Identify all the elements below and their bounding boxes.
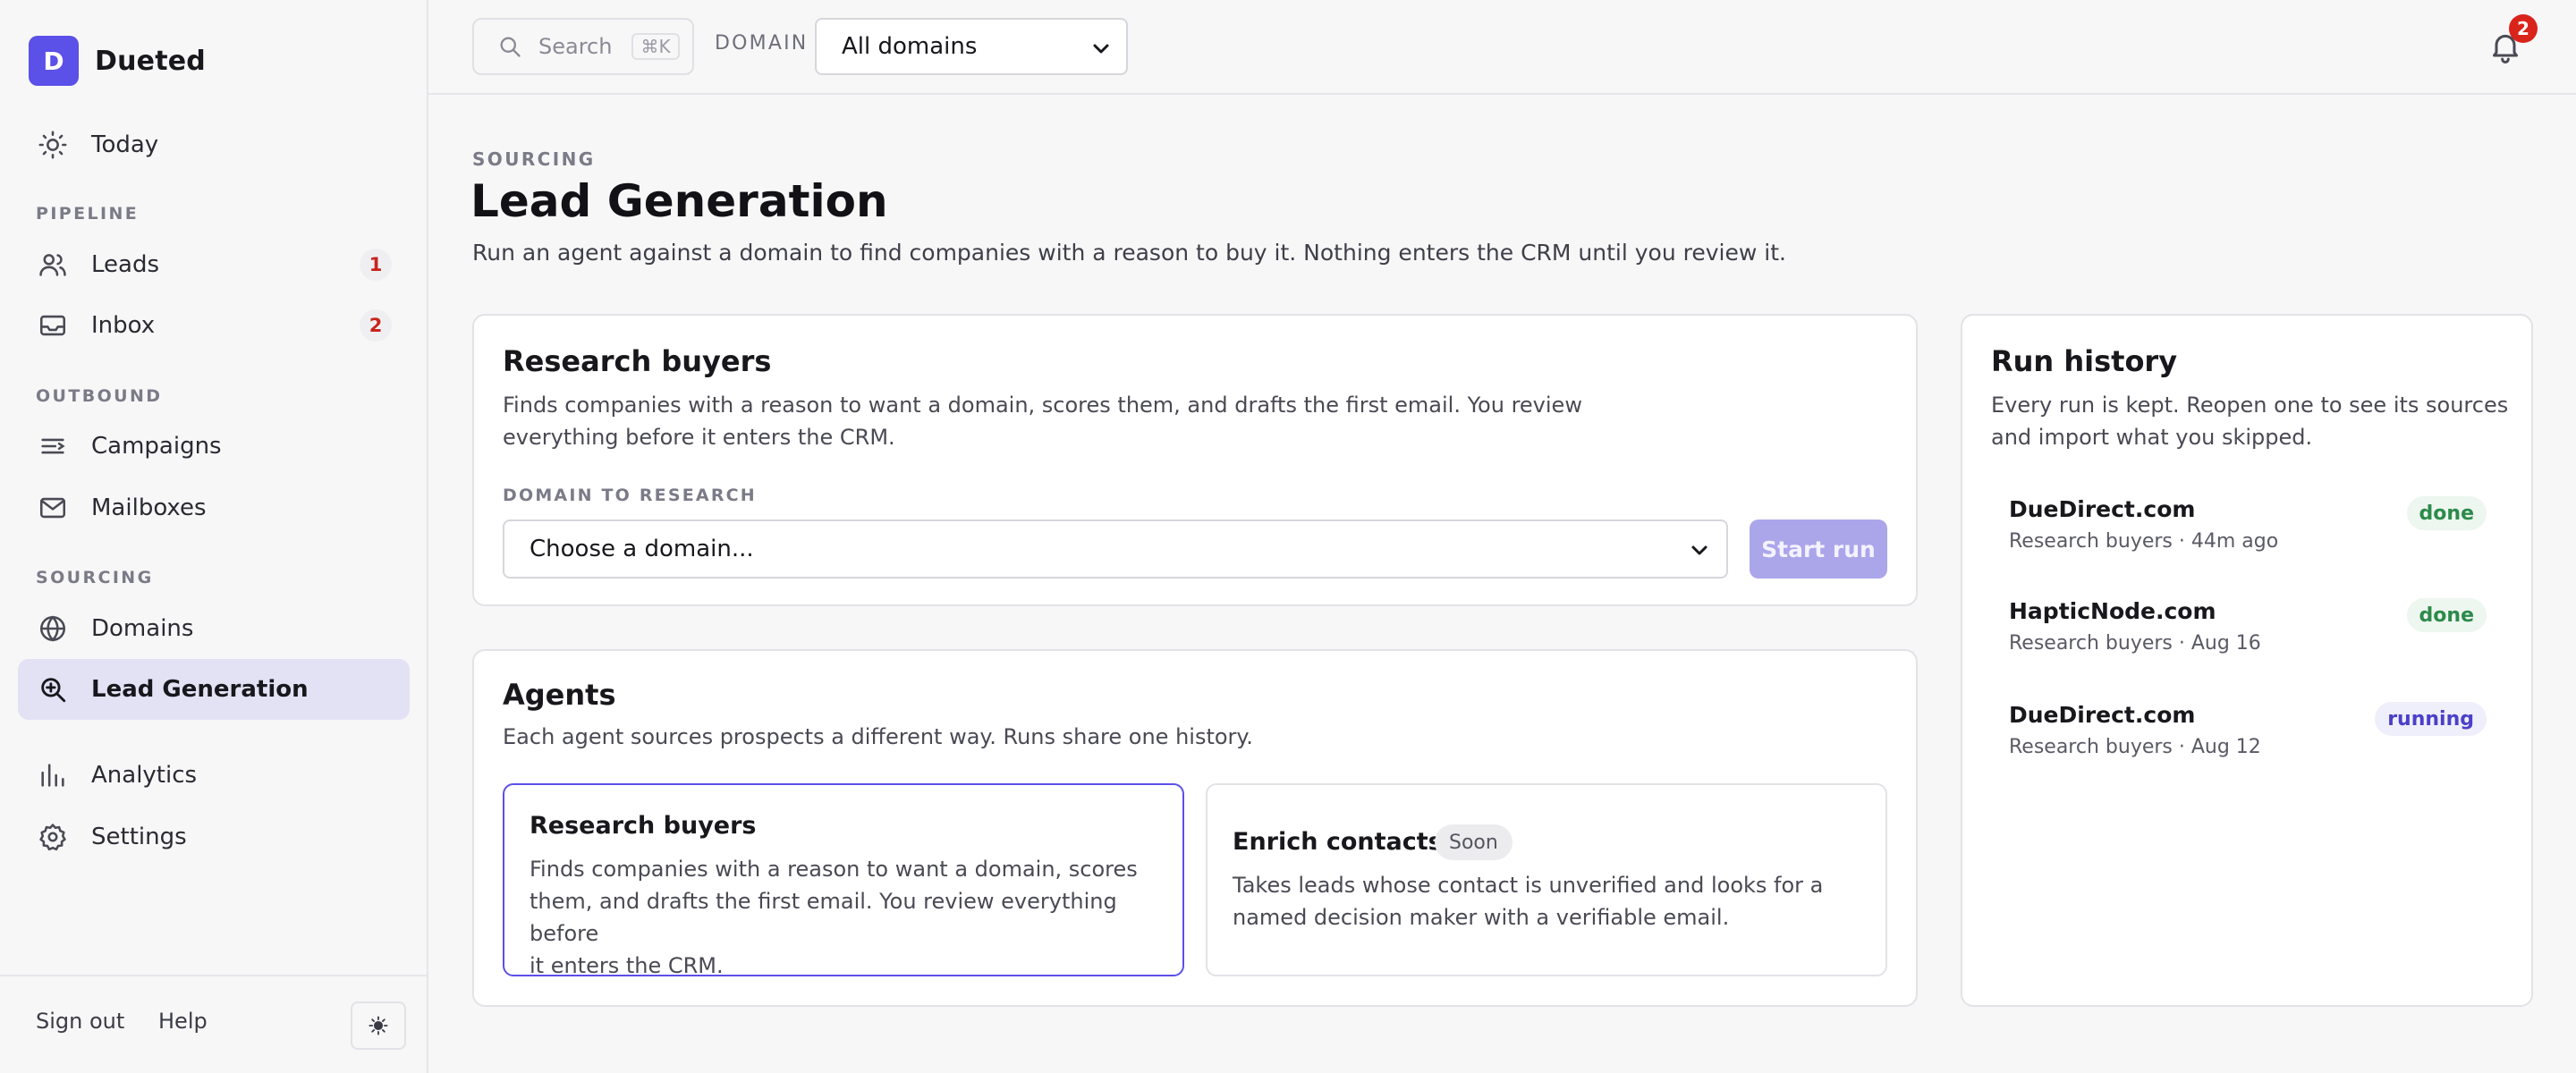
run-domain: HapticNode.com: [2009, 598, 2216, 624]
domain-to-research-label: DOMAIN TO RESEARCH: [503, 486, 757, 505]
run-meta: Research buyers · Aug 12: [2009, 736, 2261, 758]
domain-filter-value: All domains: [842, 33, 978, 60]
agent-title: Enrich contacts: [1233, 828, 1443, 856]
sun-icon: [369, 1016, 388, 1035]
sidebar: D Dueted Today PIPELINE Leads 1 Inbox 2 …: [0, 0, 428, 1073]
brand[interactable]: D Dueted: [29, 36, 206, 86]
search-icon: [500, 37, 521, 57]
search-shortcut-hint: ⌘K: [631, 33, 680, 60]
chevron-down-icon: [1691, 545, 1707, 555]
domain-to-research-select[interactable]: Choose a domain...: [503, 520, 1728, 579]
sidebar-item-label: Lead Generation: [91, 676, 309, 703]
theme-toggle-button[interactable]: [351, 1001, 406, 1050]
brand-name: Dueted: [95, 45, 206, 77]
run-history-item[interactable]: HapticNode.com Research buyers · Aug 16 …: [2009, 598, 2487, 670]
leads-count-badge: 1: [360, 249, 392, 281]
sidebar-item-label: Analytics: [91, 762, 198, 789]
search-placeholder: Search: [538, 34, 613, 59]
run-meta: Research buyers · Aug 16: [2009, 632, 2261, 655]
sidebar-item-analytics[interactable]: Analytics: [18, 745, 410, 806]
run-history-item[interactable]: DueDirect.com Research buyers · Aug 12 r…: [2009, 702, 2487, 773]
search-input[interactable]: Search ⌘K: [472, 18, 694, 75]
search-plus-icon: [41, 678, 66, 703]
help-link[interactable]: Help: [158, 1009, 208, 1034]
sidebar-item-label: Domains: [91, 615, 194, 642]
agent-description: Finds companies with a reason to want a …: [530, 857, 1138, 978]
research-card-title: Research buyers: [503, 344, 772, 378]
status-badge: running: [2375, 702, 2487, 736]
page-subtitle: Run an agent against a domain to find co…: [472, 240, 1786, 266]
run-domain: DueDirect.com: [2009, 496, 2196, 522]
sidebar-item-label: Mailboxes: [91, 494, 207, 521]
notification-count-badge: 2: [2509, 14, 2538, 43]
inbox-icon: [39, 315, 66, 336]
sidebar-item-inbox[interactable]: Inbox 2: [18, 295, 410, 356]
sidebar-item-label: Today: [91, 131, 159, 158]
sun-icon: [38, 131, 67, 159]
bar-chart-icon: [41, 764, 64, 787]
agents-card-title: Agents: [503, 678, 616, 712]
agents-card-description: Each agent sources prospects a different…: [503, 724, 1253, 749]
run-meta: Research buyers · 44m ago: [2009, 530, 2279, 553]
sidebar-item-settings[interactable]: Settings: [18, 807, 410, 867]
sidebar-item-label: Settings: [91, 824, 187, 850]
sidebar-footer: Sign out Help: [0, 975, 427, 1073]
users-icon: [39, 254, 66, 276]
sidebar-item-domains[interactable]: Domains: [18, 598, 410, 659]
agent-description: Takes leads whose contact is unverified …: [1233, 873, 1824, 930]
soon-badge: Soon: [1435, 824, 1513, 860]
gear-icon: [39, 824, 66, 851]
domain-filter-select[interactable]: All domains: [815, 18, 1128, 75]
nav-section-sourcing: SOURCING: [36, 568, 154, 587]
sidebar-item-today[interactable]: Today: [18, 114, 410, 175]
breadcrumb: SOURCING: [472, 148, 596, 170]
sidebar-item-campaigns[interactable]: Campaigns: [18, 416, 410, 477]
globe-icon: [39, 615, 66, 642]
brand-logo: D: [29, 36, 79, 86]
nav-section-outbound: OUTBOUND: [36, 386, 163, 406]
page-title: Lead Generation: [470, 175, 888, 227]
list-icon: [41, 438, 65, 454]
sidebar-item-label: Campaigns: [91, 433, 222, 460]
chevron-down-icon: [1093, 44, 1109, 54]
agent-card-research-buyers[interactable]: Research buyers Finds companies with a r…: [503, 783, 1184, 978]
run-history-title: Run history: [1991, 344, 2178, 378]
domain-to-research-value: Choose a domain...: [530, 536, 754, 562]
agents-card: Agents Each agent sources prospects a di…: [472, 649, 1918, 1007]
status-badge: done: [2406, 598, 2487, 632]
sidebar-item-lead-generation[interactable]: Lead Generation: [18, 659, 410, 720]
status-badge: done: [2406, 496, 2487, 530]
topbar: Search ⌘K DOMAIN All domains 2: [428, 0, 2576, 95]
sign-out-link[interactable]: Sign out: [36, 1009, 124, 1034]
run-history-description: Every run is kept. Reopen one to see its…: [1991, 393, 2509, 450]
domain-filter-label: DOMAIN: [715, 32, 809, 55]
sidebar-item-label: Inbox: [91, 312, 156, 339]
sidebar-item-mailboxes[interactable]: Mailboxes: [18, 477, 410, 538]
run-domain: DueDirect.com: [2009, 702, 2196, 728]
run-history-card: Run history Every run is kept. Reopen on…: [1961, 314, 2533, 1007]
research-buyers-card: Research buyers Finds companies with a r…: [472, 314, 1918, 606]
run-history-item[interactable]: DueDirect.com Research buyers · 44m ago …: [2009, 496, 2487, 568]
agent-title: Research buyers: [530, 812, 757, 840]
inbox-count-badge: 2: [360, 309, 392, 342]
nav-section-pipeline: PIPELINE: [36, 204, 140, 224]
mail-icon: [39, 497, 66, 519]
sidebar-item-leads[interactable]: Leads 1: [18, 234, 410, 295]
agent-card-enrich-contacts[interactable]: Enrich contacts Soon Takes leads whose c…: [1206, 783, 1887, 976]
sidebar-item-label: Leads: [91, 251, 160, 278]
research-card-description: Finds companies with a reason to want a …: [503, 393, 1582, 450]
start-run-button[interactable]: Start run: [1750, 520, 1887, 579]
